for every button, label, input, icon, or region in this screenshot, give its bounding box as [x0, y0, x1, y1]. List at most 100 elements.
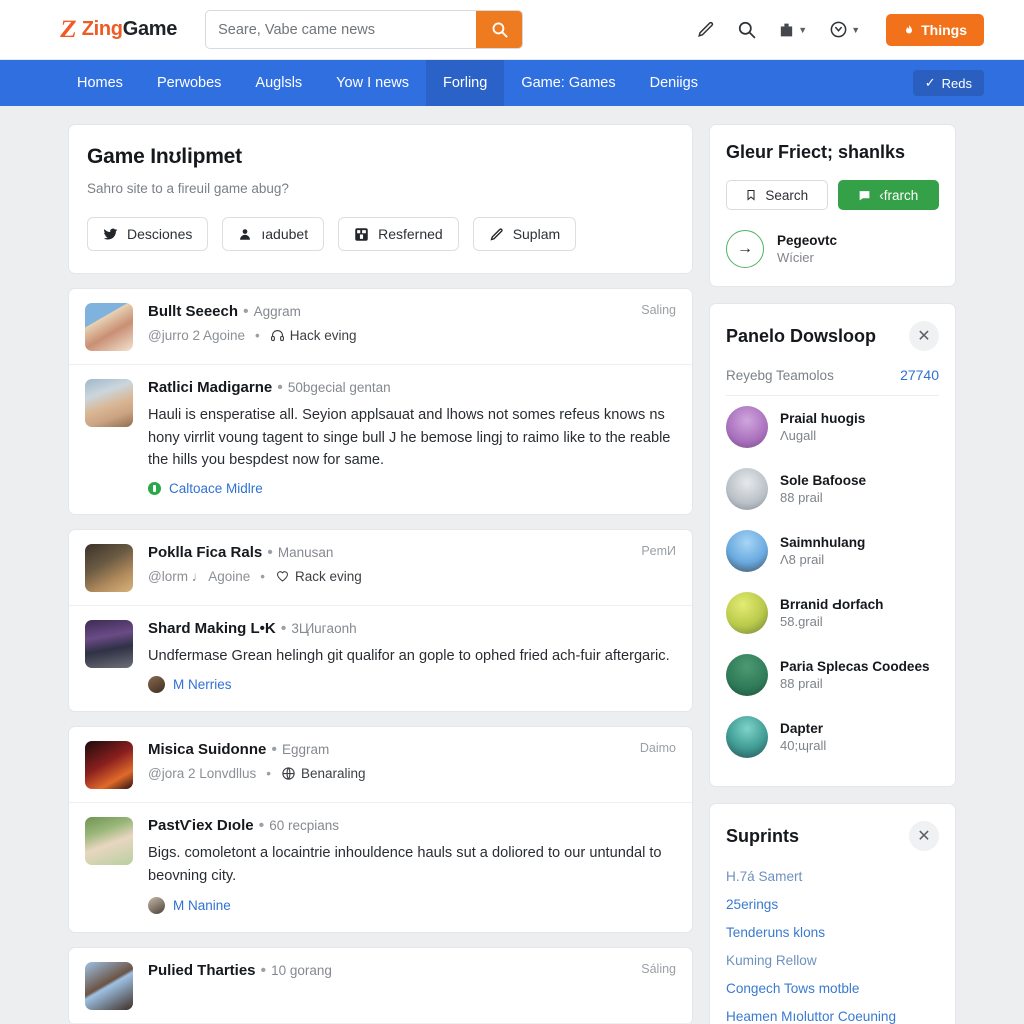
- brand-logo[interactable]: Z ZingGame: [58, 16, 177, 43]
- close-icon[interactable]: ✕: [909, 821, 939, 851]
- nav-item-forling[interactable]: Forling: [425, 60, 505, 106]
- list-item[interactable]: Dapter 40;ɰrall: [726, 706, 939, 768]
- chip-iadubet[interactable]: ıadubet: [222, 217, 325, 251]
- post-body-title: Shard Making L•K: [148, 619, 276, 637]
- post-header[interactable]: Bullt Seeech • Aggram @jurro 2 Agoine • Ha…: [69, 289, 692, 365]
- post-handle: @jurro 2 Agoine: [148, 328, 246, 343]
- contact-meta: Praial huogis Λugall: [780, 411, 865, 443]
- list-item[interactable]: Praial huogis Λugall: [726, 396, 939, 458]
- nav-item-auglsls[interactable]: Auglsls: [238, 60, 319, 106]
- close-icon[interactable]: ✕: [909, 321, 939, 351]
- post-subline: @jurro 2 Agoine • Hack eving: [148, 328, 676, 343]
- post-text: Undfermase Grean helingh git qualifor an…: [148, 647, 670, 664]
- post-footer-link[interactable]: Caltoace Midlre: [169, 481, 263, 496]
- nav-right-group: ✓ Reds: [912, 60, 984, 106]
- suprints-link[interactable]: Heamen Mıoluttоr Coeuning: [726, 1009, 939, 1024]
- list-item[interactable]: Brranid Ԁorfach 58.ɡrail: [726, 582, 939, 644]
- pencil-icon[interactable]: [696, 20, 715, 39]
- heart-icon: [277, 571, 288, 582]
- post-header[interactable]: Poklla Fica Rals • Manusan @lorm ♩ Agoine …: [69, 530, 692, 606]
- panel-stat-value: 27740: [900, 367, 939, 383]
- contact-sub: Λ8 prail: [780, 552, 825, 567]
- follow-sub: Wícier: [777, 250, 814, 265]
- chip-resferned[interactable]: Resferned: [338, 217, 459, 251]
- post-meta-text: Benaraling: [301, 766, 366, 782]
- flame-icon: [906, 24, 913, 33]
- nav-item-game-games[interactable]: Game: Games: [504, 60, 632, 106]
- sidebar-search-button[interactable]: Search: [726, 180, 828, 210]
- separator-dot: •: [271, 741, 277, 759]
- nav-item-yow-i-news[interactable]: Yow I news: [319, 60, 426, 106]
- chip-desciones[interactable]: Desciones: [87, 217, 209, 251]
- suprints-link[interactable]: H.7á Samert: [726, 869, 939, 884]
- separator-dot: •: [258, 817, 265, 835]
- avatar: [85, 303, 133, 351]
- post-body-section: 60 recpians: [269, 818, 340, 834]
- suprints-link[interactable]: Tenderuns klons: [726, 925, 939, 940]
- contact-sub: 88 prail: [780, 490, 823, 505]
- panel-stat-row: Reyebg Teamolos 27740: [726, 351, 939, 396]
- search-input[interactable]: [206, 11, 477, 48]
- post-section: 10 gorang: [271, 962, 332, 978]
- search-submit-button[interactable]: [476, 11, 523, 48]
- post-header[interactable]: Misica Suidonne • Eggram @jora 2 Lonvdllus…: [69, 727, 692, 804]
- search-icon: [492, 22, 508, 38]
- post-footer: M Nerries: [148, 676, 676, 694]
- post-header[interactable]: Pulied Tharties • 10 gorang Sáling: [69, 948, 692, 1024]
- separator-dot: •: [260, 961, 267, 979]
- headphones-icon: [270, 330, 284, 342]
- separator-dot: •: [266, 766, 271, 782]
- contact-sub: 58.ɡrail: [780, 614, 823, 629]
- twitter-icon: [103, 228, 118, 240]
- sidebar-search-label: Search: [765, 187, 809, 203]
- post-body-title-line: PastѴiex Dıole • 60 recpians: [148, 817, 676, 835]
- separator-dot: •: [243, 303, 249, 320]
- panel-card-header: Panelo Dowsloop ✕: [726, 321, 939, 351]
- bag-icon[interactable]: ▼: [778, 21, 807, 39]
- suprints-link[interactable]: Κuming Rellow: [726, 953, 939, 968]
- suprints-link[interactable]: Congech Tows motble: [726, 981, 939, 996]
- post-card: Poklla Fica Rals • Manusan @lorm ♩ Agoine …: [68, 528, 693, 713]
- global-search[interactable]: [205, 10, 524, 49]
- check-icon: ✓: [924, 75, 936, 90]
- contact-name: Sole Bafoose: [780, 473, 867, 488]
- post-text: Bigs. comoletont a locaintrie inhouldenc…: [148, 845, 662, 885]
- post-corner-label: РemИ: [641, 543, 676, 558]
- arrow-right-icon: →: [726, 230, 764, 268]
- separator-dot: •: [255, 328, 260, 343]
- nav-item-deniigs[interactable]: Deniigs: [633, 60, 715, 106]
- post-text: Hauli is ensperatise all. Seyion applsau…: [148, 407, 671, 469]
- main-column: Game Inʊlipmet Sahro site to a fireuil g…: [68, 124, 693, 1024]
- nav-item-homes[interactable]: Homes: [60, 60, 140, 106]
- clock-icon[interactable]: ▼: [829, 20, 860, 39]
- top-icon-group: ▼ ▼ Things: [696, 13, 984, 46]
- contact-name: Saimnhulang: [780, 535, 866, 550]
- sidebar-message-button[interactable]: ‹frarch: [837, 180, 939, 210]
- search-icon[interactable]: [737, 20, 756, 39]
- avatar: [726, 592, 768, 634]
- post-corner-label: Saling: [641, 303, 676, 317]
- page-subtitle: Sahro site to a fireuil game abug?: [87, 181, 289, 196]
- reds-badge[interactable]: ✓ Reds: [912, 70, 984, 96]
- list-item[interactable]: Saimnhulang Λ8 prail: [726, 520, 939, 582]
- follow-row[interactable]: → Peɡeovtc Wícier: [726, 230, 939, 268]
- contact-meta: Paria Splecas Coodees 88 prail: [780, 659, 930, 691]
- avatar: [85, 379, 133, 427]
- check-circle-icon: [148, 481, 161, 495]
- things-button[interactable]: Things: [886, 13, 984, 46]
- avatar: [726, 406, 768, 448]
- post-body: PastѴiex Dıole • 60 recpians Bigs. comolet…: [69, 803, 692, 931]
- post-header-meta: Bullt Seeech • Aggram @jurro 2 Agoine • Ha…: [148, 303, 676, 351]
- suprints-link[interactable]: 25erings: [726, 897, 939, 912]
- sidebar-message-label: ‹frarch: [879, 187, 919, 203]
- chevron-down-icon: ▼: [851, 24, 861, 35]
- post-footer-link[interactable]: M Nerries: [173, 677, 232, 692]
- post-footer-link[interactable]: M Nanine: [173, 898, 231, 913]
- list-item[interactable]: Sole Bafoose 88 prail: [726, 458, 939, 520]
- list-item[interactable]: Paria Splecas Coodees 88 prail: [726, 644, 939, 706]
- contact-sub: Λugall: [780, 428, 817, 443]
- avatar: [85, 741, 133, 790]
- post-handle: @lorm ♩ Agoine: [148, 568, 251, 584]
- chip-suplam[interactable]: Suplam: [472, 217, 577, 251]
- nav-item-perwobes[interactable]: Perwobes: [140, 60, 238, 106]
